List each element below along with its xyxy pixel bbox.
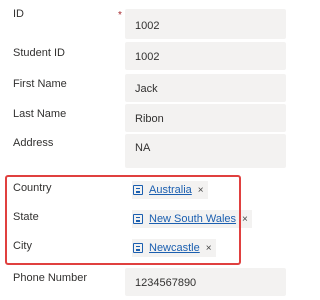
state-row: State New South Wales × (0, 205, 286, 233)
last-name-label: Last Name (13, 108, 67, 120)
country-link[interactable]: Australia (149, 184, 192, 196)
country-label: Country (13, 182, 52, 194)
address-row: Address NA (0, 134, 286, 174)
first-name-field[interactable]: Jack (125, 74, 286, 102)
address-value: NA (135, 142, 151, 154)
country-field[interactable]: Australia × (125, 176, 286, 204)
remove-city-icon[interactable]: × (206, 243, 212, 254)
last-name-value: Ribon (135, 113, 164, 125)
student-id-label: Student ID (13, 47, 65, 59)
student-form: ID * 1002 Student ID 1002 First Name Jac… (0, 0, 286, 300)
city-field[interactable]: Newcastle × (125, 234, 286, 262)
phone-field[interactable]: 1234567890 (125, 268, 286, 296)
lookup-record-icon (133, 243, 143, 253)
id-value: 1002 (135, 20, 160, 32)
student-id-row: Student ID 1002 (0, 40, 286, 76)
phone-row: Phone Number 1234567890 (0, 268, 286, 300)
state-label: State (13, 211, 39, 223)
remove-state-icon[interactable]: × (242, 214, 248, 225)
id-field[interactable]: 1002 (125, 9, 286, 39)
country-tag: Australia × (132, 181, 208, 199)
required-asterisk: * (118, 10, 122, 21)
last-name-field[interactable]: Ribon (125, 104, 286, 132)
student-id-value: 1002 (135, 51, 160, 63)
lookup-record-icon (133, 185, 143, 195)
lookup-record-icon (133, 214, 143, 224)
phone-label: Phone Number (13, 272, 87, 284)
state-tag: New South Wales × (132, 210, 252, 228)
address-label: Address (13, 137, 54, 149)
city-tag: Newcastle × (132, 239, 216, 257)
first-name-value: Jack (135, 83, 158, 95)
first-name-label: First Name (13, 78, 67, 90)
phone-value: 1234567890 (135, 277, 197, 289)
city-link[interactable]: Newcastle (149, 242, 200, 254)
city-label: City (13, 240, 32, 252)
state-link[interactable]: New South Wales (149, 213, 236, 225)
country-row: Country Australia × (0, 176, 286, 204)
address-field[interactable]: NA (125, 134, 286, 168)
remove-country-icon[interactable]: × (198, 185, 204, 196)
city-row: City Newcastle × (0, 234, 286, 262)
id-label: ID (13, 8, 24, 20)
state-field[interactable]: New South Wales × (125, 205, 286, 233)
id-row: ID * 1002 (0, 0, 286, 40)
student-id-field[interactable]: 1002 (125, 42, 286, 70)
